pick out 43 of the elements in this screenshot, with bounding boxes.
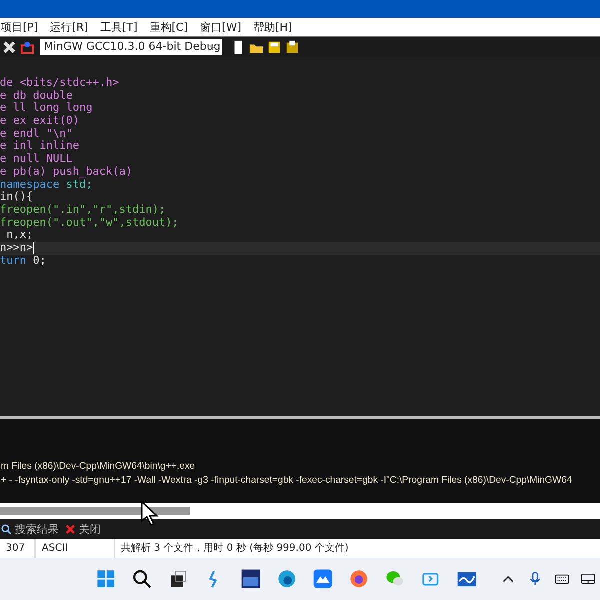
code-line: freopen(".in","r",stdin); — [0, 204, 166, 217]
code-line: in(){ — [0, 191, 34, 204]
firefox-icon[interactable] — [348, 568, 369, 590]
code-line: n>>n> — [0, 242, 34, 255]
code-line: e ll long long — [0, 102, 93, 116]
search-icon — [1, 524, 12, 534]
save-icon[interactable] — [267, 40, 282, 54]
code-line: e null NULL — [0, 153, 73, 166]
devcpp-icon[interactable] — [240, 568, 261, 590]
compiler-output-line: m Files (x86)\Dev-Cpp\MinGW64\bin\g++.exe — [0, 460, 196, 474]
code-line: freopen(".out","w",stdout); — [0, 216, 179, 230]
search-icon[interactable] — [132, 568, 152, 590]
code-line: e ex exit(0) — [0, 115, 80, 128]
search-results-tab[interactable]: 搜索结果 — [1, 522, 59, 536]
compiler-dropdown[interactable]: MinGW GCC10.3.0 64-bit Debug — [40, 39, 222, 55]
code-line: n,x; — [6, 229, 34, 242]
debug-icon[interactable] — [20, 40, 35, 54]
close-tab[interactable]: 关闭 — [65, 522, 101, 536]
save-all-icon[interactable] — [285, 40, 300, 54]
menu-item[interactable]: 窗口[W] — [200, 20, 242, 34]
touchpad-icon[interactable] — [581, 571, 596, 587]
code-line: e pb(a) push_back(a) — [0, 166, 132, 179]
edge-icon[interactable] — [276, 568, 297, 590]
start-icon[interactable] — [96, 568, 116, 590]
code-line: namespace std; — [0, 178, 93, 192]
code-line: e db double — [0, 90, 73, 102]
code-line: turn 0; — [0, 254, 46, 268]
close-icon[interactable] — [2, 40, 17, 54]
text-cursor — [33, 242, 34, 254]
menu-item[interactable]: 运行[R] — [50, 20, 88, 34]
compiler-output-line: + - -fsyntax-only -std=gnu++17 -Wall -Wextra -g3 -finput-charset=gbk -fexec-charset=gbk -I"C:\Program Files (x86)\Dev-Cpp\MinGW64 — [0, 474, 572, 488]
microphone-icon[interactable] — [528, 571, 543, 587]
code-line: e endl "\n" — [0, 128, 73, 140]
menu-item[interactable]: 工具[T] — [100, 20, 138, 34]
code-line: de <bits/stdc++.h> — [0, 77, 120, 90]
mouse-pointer-icon — [140, 501, 160, 527]
scrollbar-thumb[interactable] — [0, 507, 190, 515]
menu-item[interactable]: 重构[C] — [150, 20, 188, 34]
menu-item[interactable]: 项目[P] — [1, 20, 38, 34]
code-line: e inl inline — [0, 140, 80, 154]
close-icon — [65, 524, 76, 534]
caret-icon — [209, 44, 217, 50]
menu-item[interactable]: 帮助[H] — [254, 20, 292, 34]
